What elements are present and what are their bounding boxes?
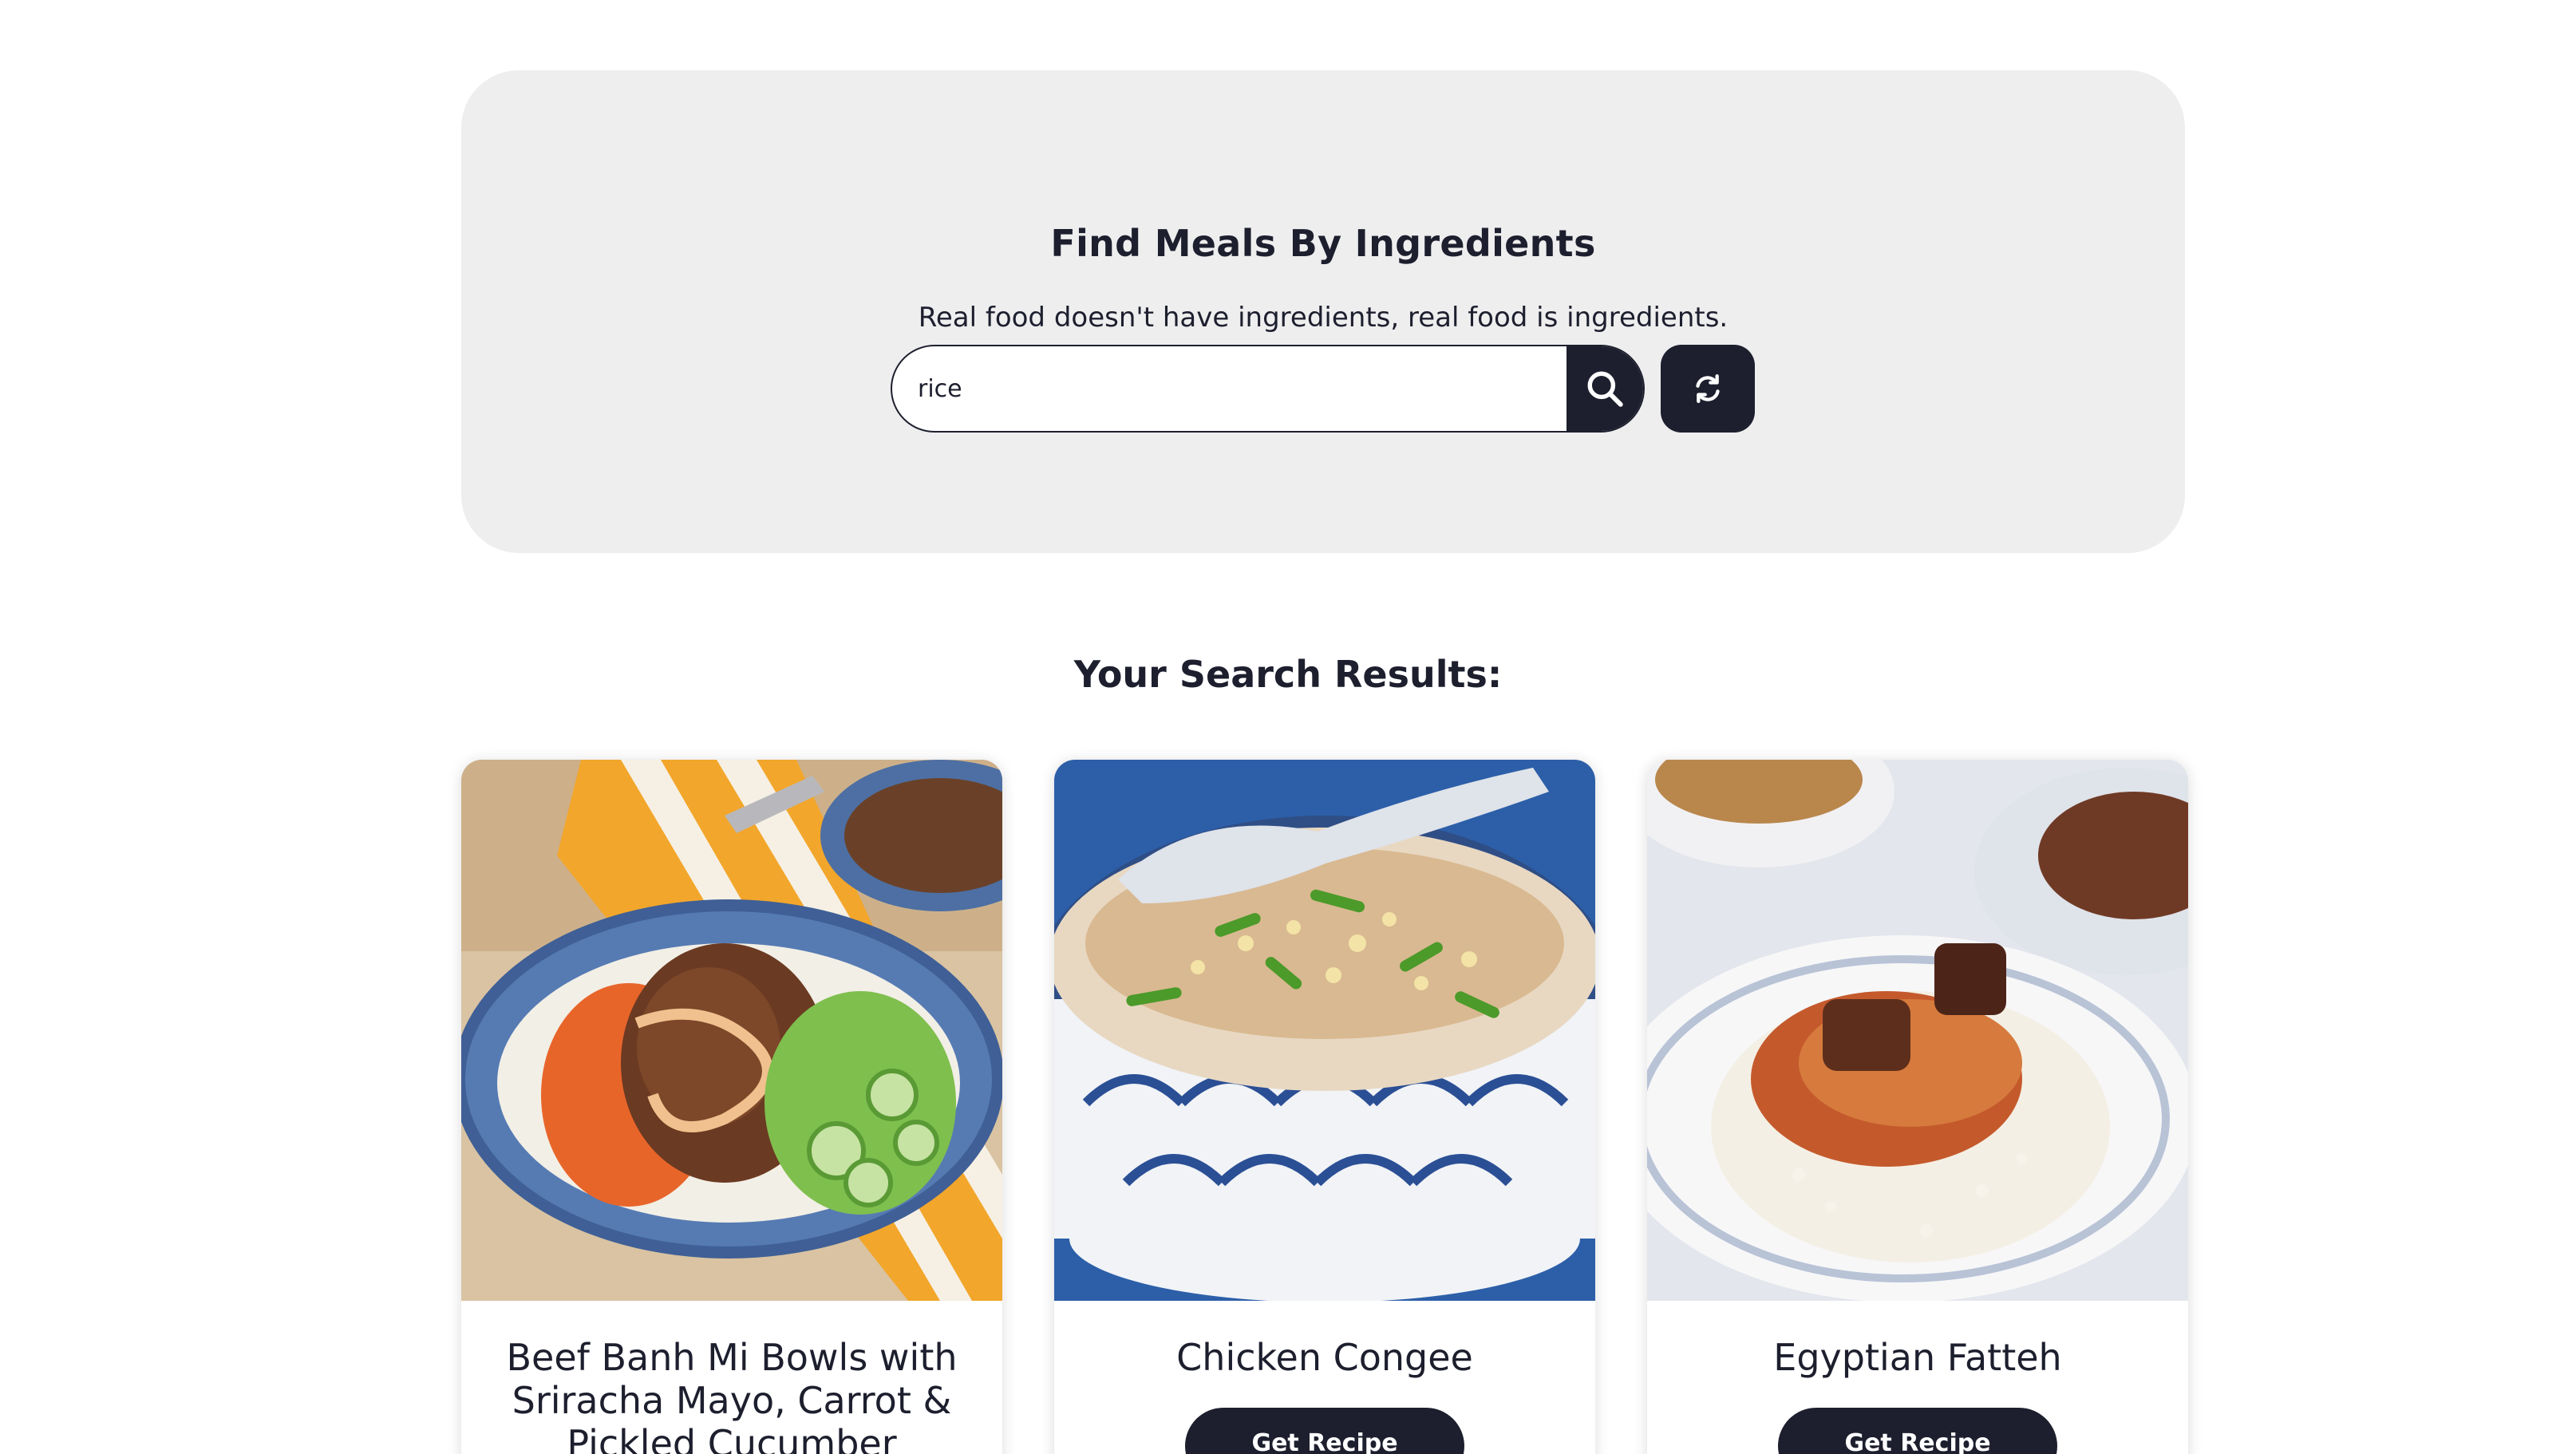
get-recipe-button[interactable]: Get Recipe: [1778, 1408, 2057, 1454]
search-bar: [891, 345, 1645, 433]
recipe-image[interactable]: [1054, 760, 1595, 1301]
recipe-card[interactable]: Egyptian Fatteh Get Recipe: [1647, 760, 2188, 1454]
recipe-image[interactable]: [461, 760, 1002, 1301]
recipe-card[interactable]: Beef Banh Mi Bowls with Sriracha Mayo, C…: [461, 760, 1002, 1454]
search-button[interactable]: [1567, 346, 1643, 431]
refresh-button[interactable]: [1661, 345, 1755, 433]
recipe-card[interactable]: Chicken Congee Get Recipe: [1054, 760, 1595, 1454]
search-input[interactable]: [892, 346, 1567, 431]
page-title: Find Meals By Ingredients: [1050, 222, 1596, 265]
page: Find Meals By Ingredients Real food does…: [0, 0, 2576, 1454]
chicken-congee-image: [1054, 760, 1595, 1301]
hero-panel: Find Meals By Ingredients Real food does…: [461, 70, 2185, 553]
recipe-title: Chicken Congee: [1176, 1336, 1473, 1379]
results-title: Your Search Results:: [1073, 653, 1503, 696]
search-icon: [1587, 371, 1623, 407]
recipe-title: Egyptian Fatteh: [1773, 1336, 2062, 1379]
refresh-icon: [1696, 374, 1720, 403]
hero-quote: Real food doesn't have ingredients, real…: [918, 302, 1729, 334]
banh-mi-bowl-image: [461, 760, 1002, 1301]
egyptian-fatteh-image: [1647, 760, 2188, 1301]
recipe-title: Beef Banh Mi Bowls with Sriracha Mayo, C…: [506, 1336, 958, 1454]
get-recipe-button[interactable]: Get Recipe: [1185, 1408, 1464, 1454]
recipe-image[interactable]: [1647, 760, 2188, 1301]
